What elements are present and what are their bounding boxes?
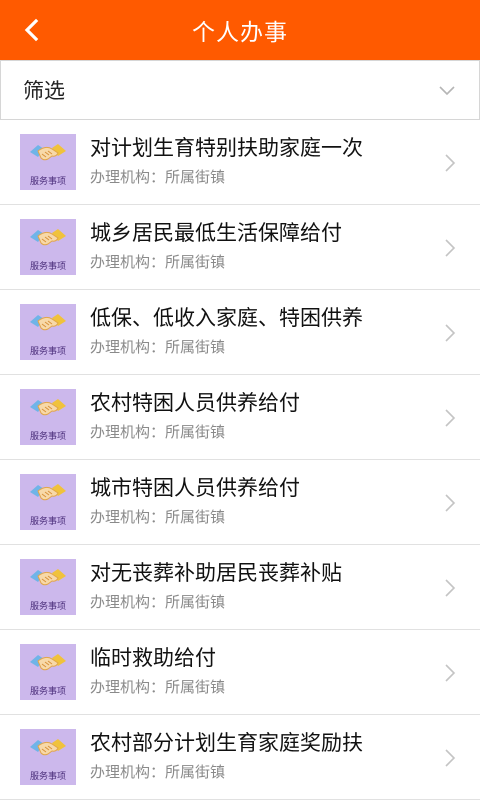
service-item-icon: 服务事项 (20, 559, 76, 615)
handshake-icon (30, 739, 66, 756)
item-subtitle: 办理机构：所属街镇 (90, 253, 226, 271)
item-title: 对无丧葬补助居民丧葬补贴 (90, 561, 342, 585)
chevron-right-icon (445, 579, 456, 597)
service-item-icon: 服务事项 (20, 474, 76, 530)
icon-label: 服务事项 (29, 602, 66, 612)
icon-label: 服务事项 (29, 772, 66, 782)
chevron-right-icon (445, 154, 456, 172)
item-title: 城市特困人员供养给付 (90, 476, 300, 500)
item-subtitle: 办理机构：所属街镇 (90, 593, 226, 611)
back-arrow-icon (24, 18, 39, 42)
item-title: 临时救助给付 (90, 646, 216, 670)
back-button[interactable] (14, 12, 50, 48)
handshake-icon (30, 314, 66, 331)
handshake-icon (30, 229, 66, 246)
icon-label: 服务事项 (29, 262, 66, 272)
item-title: 农村特困人员供养给付 (90, 391, 300, 415)
chevron-right-icon (445, 239, 456, 257)
handshake-icon (30, 654, 66, 671)
service-item-icon: 服务事项 (20, 729, 76, 785)
service-item-icon: 服务事项 (20, 304, 76, 360)
app-header: 个人办事 (0, 0, 480, 60)
service-item-icon: 服务事项 (20, 134, 76, 190)
filter-bar[interactable]: 筛选 (0, 60, 480, 120)
item-subtitle: 办理机构：所属街镇 (90, 168, 226, 186)
item-subtitle: 办理机构：所属街镇 (90, 763, 226, 781)
chevron-right-icon (445, 664, 456, 682)
chevron-down-icon[interactable] (437, 80, 457, 100)
icon-label: 服务事项 (29, 687, 66, 697)
chevron-right-icon (445, 409, 456, 427)
icon-label: 服务事项 (29, 177, 66, 187)
service-item-icon: 服务事项 (20, 219, 76, 275)
service-item-icon: 服务事项 (20, 644, 76, 700)
list-item[interactable]: 服务事项 临时救助给付 办理机构：所属街镇 (0, 630, 480, 715)
chevron-right-icon (445, 324, 456, 342)
item-subtitle: 办理机构：所属街镇 (90, 508, 226, 526)
list-item[interactable]: 服务事项 对计划生育特别扶助家庭一次 办理机构：所属街镇 (0, 120, 480, 205)
icon-label: 服务事项 (29, 432, 66, 442)
service-list: 服务事项 对计划生育特别扶助家庭一次 办理机构：所属街镇 服务事项 城乡居民最低… (0, 120, 480, 800)
item-title: 低保、低收入家庭、特困供养 (90, 306, 363, 330)
list-item[interactable]: 服务事项 城乡居民最低生活保障给付 办理机构：所属街镇 (0, 205, 480, 290)
icon-label: 服务事项 (29, 517, 66, 527)
filter-label: 筛选 (23, 79, 65, 103)
service-item-icon: 服务事项 (20, 389, 76, 445)
handshake-icon (30, 484, 66, 501)
item-subtitle: 办理机构：所属街镇 (90, 423, 226, 441)
item-title: 城乡居民最低生活保障给付 (90, 221, 342, 245)
list-item[interactable]: 服务事项 对无丧葬补助居民丧葬补贴 办理机构：所属街镇 (0, 545, 480, 630)
list-item[interactable]: 服务事项 农村部分计划生育家庭奖励扶 办理机构：所属街镇 (0, 715, 480, 800)
item-title: 农村部分计划生育家庭奖励扶 (90, 731, 363, 755)
handshake-icon (30, 569, 66, 586)
item-subtitle: 办理机构：所属街镇 (90, 678, 226, 696)
chevron-right-icon (445, 749, 456, 767)
page-title: 个人办事 (192, 20, 288, 46)
icon-label: 服务事项 (29, 347, 66, 357)
list-item[interactable]: 服务事项 城市特困人员供养给付 办理机构：所属街镇 (0, 460, 480, 545)
handshake-icon (30, 399, 66, 416)
handshake-icon (30, 144, 66, 161)
chevron-right-icon (445, 494, 456, 512)
list-item[interactable]: 服务事项 农村特困人员供养给付 办理机构：所属街镇 (0, 375, 480, 460)
list-item[interactable]: 服务事项 低保、低收入家庭、特困供养 办理机构：所属街镇 (0, 290, 480, 375)
item-title: 对计划生育特别扶助家庭一次 (90, 136, 363, 160)
item-subtitle: 办理机构：所属街镇 (90, 338, 226, 356)
